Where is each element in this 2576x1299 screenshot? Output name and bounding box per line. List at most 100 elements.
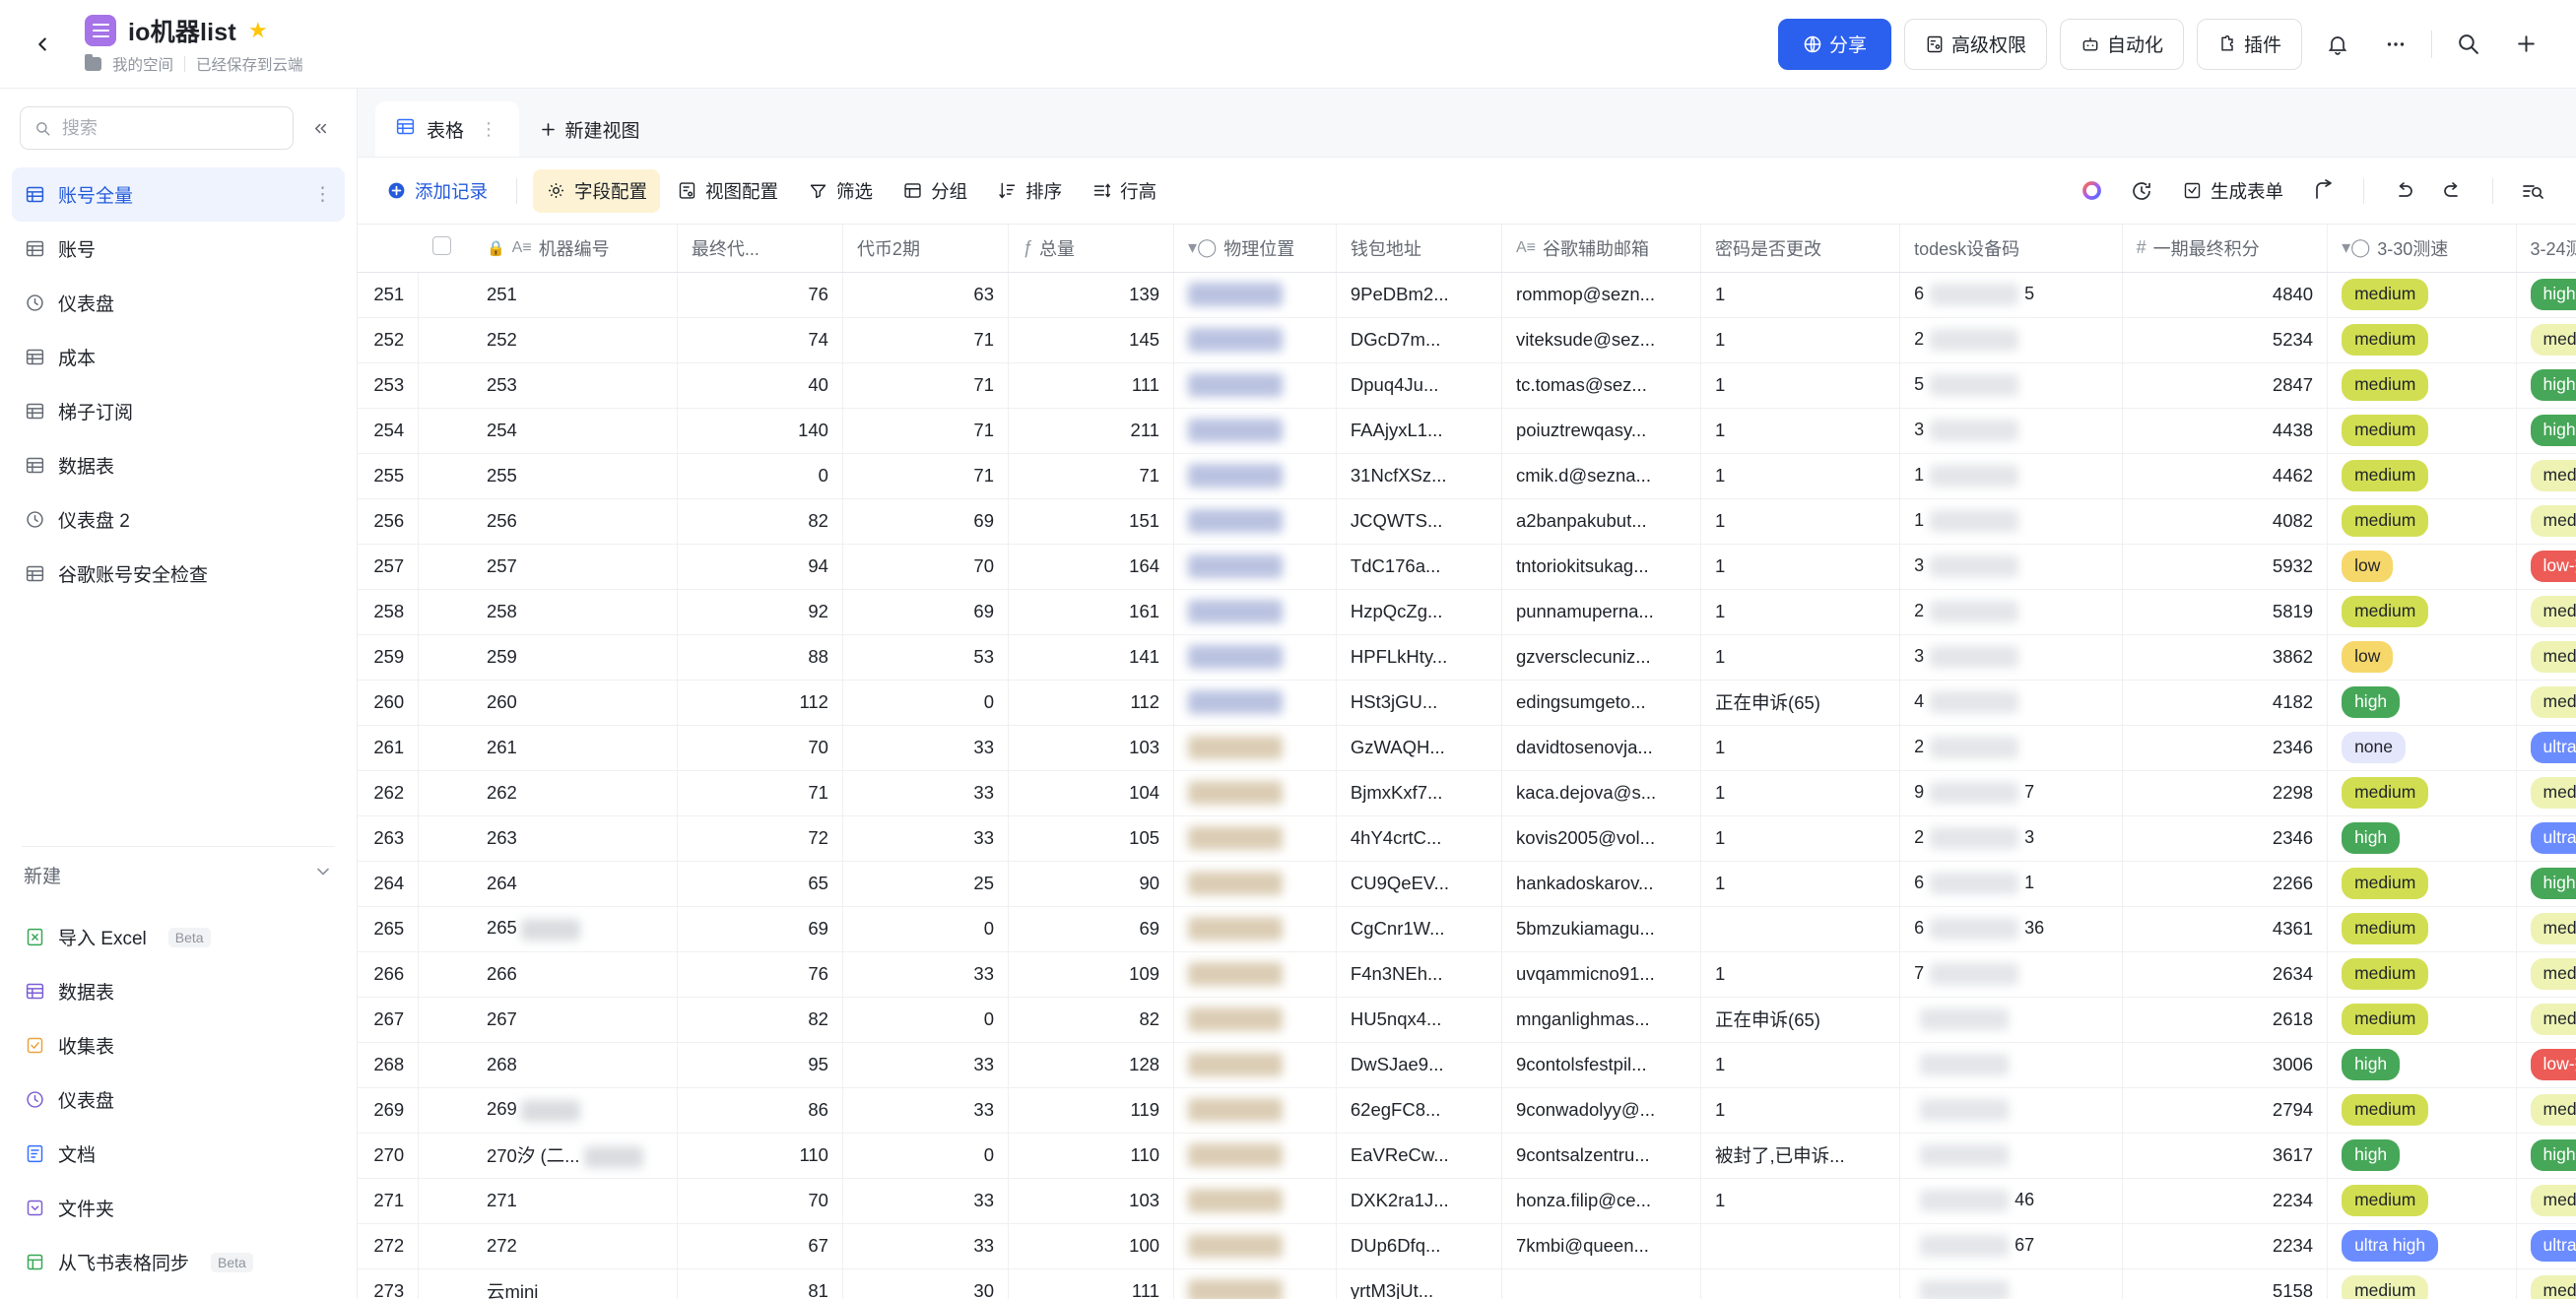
cell-speed-324[interactable]: high xyxy=(2516,272,2576,318)
cell-google-backup-email[interactable]: a2banpakubut... xyxy=(1501,498,1702,545)
cell-google-backup-email[interactable]: tc.tomas@sez... xyxy=(1501,362,1702,409)
advanced-permission-button[interactable]: 高级权限 xyxy=(1903,18,2047,70)
cell-wallet-address[interactable]: HSt3jGU... xyxy=(1336,680,1502,726)
cell-physical-location[interactable] xyxy=(1173,317,1337,363)
cell-speed-324[interactable]: medium xyxy=(2516,498,2576,545)
cell-todesk-code[interactable]: 5 xyxy=(1899,362,2123,409)
cell-wallet-address[interactable]: CgCnr1W... xyxy=(1336,906,1502,952)
sidebar-item-2[interactable]: 仪表盘 xyxy=(12,276,345,330)
cell-physical-location[interactable] xyxy=(1173,951,1337,998)
cell-todesk-code[interactable]: 2 xyxy=(1899,589,2123,635)
cell-wallet-address[interactable]: HU5nqx4... xyxy=(1336,997,1502,1043)
sort-button[interactable]: 排序 xyxy=(984,169,1075,213)
cell-machine-id[interactable]: 254 xyxy=(472,408,678,454)
cell-wallet-address[interactable]: Dpuq4Ju... xyxy=(1336,362,1502,409)
table-row[interactable]: 264 264 65 25 90 CU9QeEV... hankadoskarov... 1 6… xyxy=(358,861,2576,907)
table-row[interactable]: 269 269 86 33 119 62egFC8... 9conwadolyy@... 1 2… xyxy=(358,1087,2576,1134)
field-config-button[interactable]: 字段配置 xyxy=(533,168,661,213)
cell-final-token[interactable]: 65 xyxy=(677,861,843,907)
cell-final-token[interactable]: 112 xyxy=(677,680,843,726)
cell-password-changed[interactable]: 1 xyxy=(1700,951,1901,998)
cell-token-phase2[interactable]: 0 xyxy=(842,1133,1009,1179)
cell-token-phase2[interactable]: 30 xyxy=(842,1268,1009,1299)
cell-token-phase2[interactable]: 25 xyxy=(842,861,1009,907)
collapse-sidebar-button[interactable] xyxy=(303,111,337,145)
cell-row-checkbox[interactable] xyxy=(418,725,473,771)
cell-total[interactable]: 139 xyxy=(1008,272,1175,318)
cell-physical-location[interactable] xyxy=(1173,1042,1337,1088)
cell-token-phase2[interactable]: 33 xyxy=(842,1223,1009,1269)
ai-button[interactable] xyxy=(2071,169,2114,213)
cell-speed-330[interactable]: medium xyxy=(2327,1178,2517,1224)
table-row[interactable]: 263 263 72 33 105 4hY4crtC... kovis2005@vol...… xyxy=(358,815,2576,862)
cell-google-backup-email[interactable] xyxy=(1501,1268,1702,1299)
cell-phase1-final-score[interactable]: 4361 xyxy=(2122,906,2329,952)
cell-phase1-final-score[interactable]: 2346 xyxy=(2122,725,2329,771)
cell-row-checkbox[interactable] xyxy=(418,589,473,635)
cell-machine-id[interactable]: 270汐 (二... xyxy=(472,1133,678,1179)
cell-final-token[interactable]: 74 xyxy=(677,317,843,363)
cell-google-backup-email[interactable]: 9contsalzentru... xyxy=(1501,1133,1702,1179)
new-section-header[interactable]: 新建 xyxy=(0,847,357,902)
cell-todesk-code[interactable] xyxy=(1899,1133,2123,1179)
cell-final-token[interactable]: 71 xyxy=(677,770,843,816)
add-record-button[interactable]: 添加记录 xyxy=(373,169,500,213)
cell-password-changed[interactable]: 1 xyxy=(1700,861,1901,907)
cell-total[interactable]: 105 xyxy=(1008,815,1175,862)
cell-phase1-final-score[interactable]: 3617 xyxy=(2122,1133,2329,1179)
cell-token-phase2[interactable]: 0 xyxy=(842,997,1009,1043)
cell-speed-330[interactable]: high xyxy=(2327,1133,2517,1179)
table-row[interactable]: 262 262 71 33 104 BjmxKxf7... kaca.dejova@s...… xyxy=(358,770,2576,816)
cell-physical-location[interactable] xyxy=(1173,1087,1337,1134)
cell-password-changed[interactable]: 1 xyxy=(1700,770,1901,816)
cell-total[interactable]: 104 xyxy=(1008,770,1175,816)
cell-phase1-final-score[interactable]: 4438 xyxy=(2122,408,2329,454)
cell-machine-id[interactable]: 264 xyxy=(472,861,678,907)
cell-speed-330[interactable]: medium xyxy=(2327,589,2517,635)
cell-speed-330[interactable]: medium xyxy=(2327,951,2517,998)
cell-google-backup-email[interactable]: gzversclecuniz... xyxy=(1501,634,1702,681)
header-password-changed[interactable]: 密码是否更改 xyxy=(1700,225,1901,273)
header-todesk-code[interactable]: todesk设备码 xyxy=(1899,225,2123,273)
cell-physical-location[interactable] xyxy=(1173,589,1337,635)
cell-google-backup-email[interactable]: honza.filip@ce... xyxy=(1501,1178,1702,1224)
cell-physical-location[interactable] xyxy=(1173,770,1337,816)
cell-phase1-final-score[interactable]: 2266 xyxy=(2122,861,2329,907)
cell-row-checkbox[interactable] xyxy=(418,951,473,998)
cell-todesk-code[interactable]: 3 xyxy=(1899,634,2123,681)
generate-form-button[interactable]: 生成表单 xyxy=(2169,169,2296,213)
cell-final-token[interactable]: 69 xyxy=(677,906,843,952)
cell-speed-330[interactable]: low xyxy=(2327,634,2517,681)
cell-phase1-final-score[interactable]: 4462 xyxy=(2122,453,2329,499)
cell-token-phase2[interactable]: 0 xyxy=(842,680,1009,726)
cell-google-backup-email[interactable]: poiuztrewqasy... xyxy=(1501,408,1702,454)
sidebar-item-5[interactable]: 数据表 xyxy=(12,438,345,492)
sidebar-item-0[interactable]: 账号全量 ⋮ xyxy=(12,167,345,222)
cell-final-token[interactable]: 82 xyxy=(677,997,843,1043)
cell-final-token[interactable]: 94 xyxy=(677,544,843,590)
redo-button[interactable] xyxy=(2431,169,2475,213)
table-row[interactable]: 267 267 82 0 82 HU5nqx4... mnganlighmas... 正在申诉… xyxy=(358,997,2576,1043)
table-row[interactable]: 261 261 70 33 103 GzWAQH... davidtosenovja... 1… xyxy=(358,725,2576,771)
header-final-token[interactable]: 最终代... xyxy=(677,225,843,273)
cell-final-token[interactable]: 70 xyxy=(677,725,843,771)
cell-speed-330[interactable]: ultra high xyxy=(2327,1223,2517,1269)
cell-physical-location[interactable] xyxy=(1173,1223,1337,1269)
cell-row-checkbox[interactable] xyxy=(418,770,473,816)
cell-wallet-address[interactable]: HPFLkHty... xyxy=(1336,634,1502,681)
cell-google-backup-email[interactable]: 7kmbi@queen... xyxy=(1501,1223,1702,1269)
cell-google-backup-email[interactable]: hankadoskarov... xyxy=(1501,861,1702,907)
header-speed-324[interactable]: 3-24测速结果 xyxy=(2516,225,2576,273)
cell-todesk-code[interactable]: 2 xyxy=(1899,317,2123,363)
cell-wallet-address[interactable]: DXK2ra1J... xyxy=(1336,1178,1502,1224)
table-row[interactable]: 256 256 82 69 151 JCQWTS... a2banpakubut... 1 1 4… xyxy=(358,498,2576,545)
table-row[interactable]: 271 271 70 33 103 DXK2ra1J... honza.filip@ce..… xyxy=(358,1178,2576,1224)
cell-row-checkbox[interactable] xyxy=(418,815,473,862)
cell-speed-330[interactable]: medium xyxy=(2327,453,2517,499)
cell-password-changed[interactable]: 1 xyxy=(1700,408,1901,454)
cell-final-token[interactable]: 76 xyxy=(677,272,843,318)
cell-google-backup-email[interactable]: uvqammicno91... xyxy=(1501,951,1702,998)
cell-todesk-code[interactable] xyxy=(1899,997,2123,1043)
cell-phase1-final-score[interactable]: 5932 xyxy=(2122,544,2329,590)
cell-todesk-code[interactable]: 67 xyxy=(1899,1223,2123,1269)
